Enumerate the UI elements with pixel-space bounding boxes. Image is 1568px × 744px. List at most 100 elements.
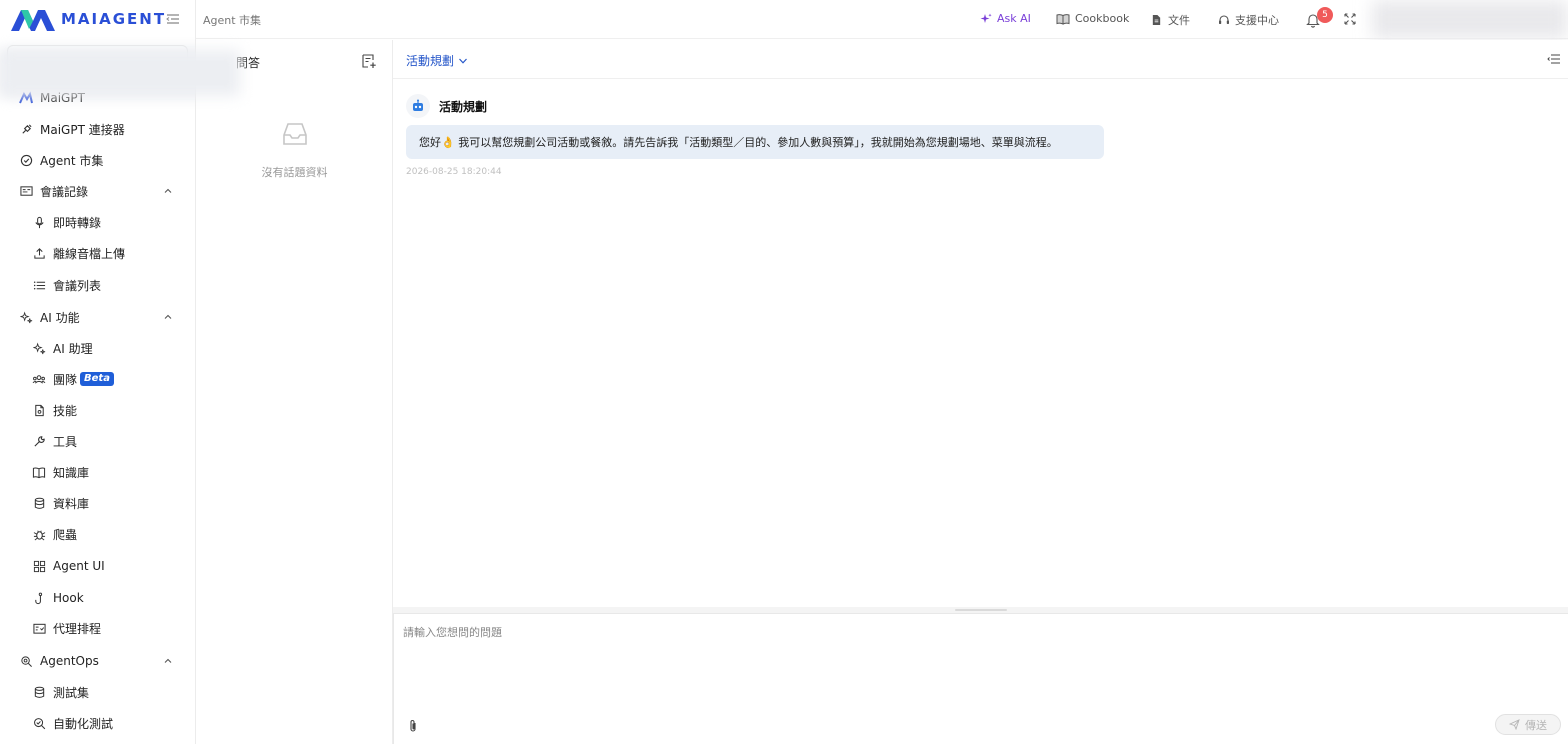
message-timestamp: 2026-08-25 18:20:44 xyxy=(406,167,502,177)
sparkle-icon xyxy=(19,310,33,324)
sidebar-item-tools[interactable]: 工具 xyxy=(0,428,195,454)
sidebar-group-meeting-records[interactable]: 會議記錄 xyxy=(0,178,195,204)
ask-ai-label: Ask AI xyxy=(997,12,1031,25)
sidebar-group-ai-features[interactable]: AI 功能 xyxy=(0,304,195,330)
bot-name: 活動規劃 xyxy=(439,99,488,114)
sidebar-item-label: Hook xyxy=(53,591,84,605)
sidebar-item-database[interactable]: 資料庫 xyxy=(0,490,195,516)
wrench-icon xyxy=(32,434,46,448)
support-link[interactable]: 支援中心 xyxy=(1218,12,1279,28)
inbox-empty-icon xyxy=(283,123,307,145)
meeting-icon xyxy=(19,184,33,198)
sidebar-item-automated-testing[interactable]: 自動化測試 xyxy=(0,710,195,736)
sidebar-item-agent-schedule[interactable]: 代理排程 xyxy=(0,615,195,641)
sidebar-item-label: AI 功能 xyxy=(40,310,80,325)
sidebar-item-label: 會議記錄 xyxy=(40,184,89,199)
sidebar-item-crawler[interactable]: 爬蟲 xyxy=(0,521,195,547)
sidebar-item-maigpt-connector[interactable]: MaiGPT 連接器 xyxy=(0,116,195,142)
topic-panel: 問答 沒有話題資料 xyxy=(0,40,393,744)
list-icon xyxy=(32,278,46,292)
file-icon xyxy=(32,403,46,417)
robot-icon xyxy=(413,99,423,111)
bot-message-header: 活動規劃 xyxy=(406,94,487,118)
sidebar-group-agentops[interactable]: AgentOps xyxy=(0,648,195,674)
sidebar-item-label: 代理排程 xyxy=(53,621,102,636)
paperclip-icon[interactable] xyxy=(407,719,419,733)
fullscreen-icon[interactable] xyxy=(1344,13,1356,25)
sidebar: MAIAGENT MaiGPT MaiGPT 連接器 Agent 市集 會議記錄… xyxy=(0,0,196,744)
redacted-area xyxy=(0,50,240,96)
check-circle-icon xyxy=(19,153,33,167)
search-check-icon xyxy=(32,716,46,730)
sidebar-item-offline-upload[interactable]: 離線音檔上傳 xyxy=(0,240,195,266)
chat-input[interactable] xyxy=(394,614,1567,709)
empty-state-text: 沒有話題資料 xyxy=(261,166,328,179)
ops-icon xyxy=(19,654,33,668)
sidebar-item-agent-market[interactable]: Agent 市集 xyxy=(0,147,195,173)
sidebar-item-knowledge-base[interactable]: 知識庫 xyxy=(0,459,195,485)
grid-icon xyxy=(32,559,46,573)
brand-logo-icon[interactable] xyxy=(9,7,57,33)
sidebar-item-label: 測試集 xyxy=(53,685,90,700)
logo-row: MAIAGENT xyxy=(0,0,195,40)
sidebar-item-agent-ui[interactable]: Agent UI xyxy=(0,553,195,579)
sidebar-item-label: 工具 xyxy=(53,434,78,449)
sidebar-item-label: 自動化測試 xyxy=(53,716,114,731)
bot-avatar xyxy=(406,94,430,118)
sidebar-item-test-set[interactable]: 測試集 xyxy=(0,679,195,705)
sidebar-item-label: Agent UI xyxy=(53,559,105,573)
sidebar-item-label: 即時轉錄 xyxy=(53,215,102,230)
toggle-panel-icon[interactable] xyxy=(1547,52,1561,66)
bot-message-text: 您好👌 我可以幫您規劃公司活動或餐敘。請先告訴我「活動類型／目的、參加人數與預算… xyxy=(419,136,1058,149)
sparkle-icon xyxy=(32,341,46,355)
collapse-sidebar-icon[interactable] xyxy=(166,12,180,26)
agent-selector-label: 活動規劃 xyxy=(406,54,455,68)
hook-icon xyxy=(32,591,46,605)
sidebar-item-label: 團隊 xyxy=(53,372,78,387)
database-icon xyxy=(32,496,46,510)
chevron-down-icon xyxy=(459,58,467,64)
send-icon xyxy=(1509,719,1520,730)
database-icon xyxy=(32,685,46,699)
sidebar-item-label: AI 助理 xyxy=(53,341,93,356)
send-button[interactable]: 傳送 xyxy=(1495,714,1561,735)
support-label: 支援中心 xyxy=(1235,14,1279,27)
sidebar-item-label: MaiGPT 連接器 xyxy=(40,122,125,137)
document-icon xyxy=(1151,14,1163,26)
sidebar-item-ai-assistant[interactable]: AI 助理 xyxy=(0,335,195,361)
chevron-up-icon xyxy=(164,314,172,319)
sidebar-item-label: 離線音檔上傳 xyxy=(53,246,126,261)
docs-link[interactable]: 文件 xyxy=(1151,12,1190,28)
brand-name: MAIAGENT xyxy=(61,10,167,28)
agent-selector[interactable]: 活動規劃 xyxy=(406,52,468,69)
sparkle-icon xyxy=(980,13,992,25)
bot-message-bubble: 您好👌 我可以幫您規劃公司活動或餐敘。請先告訴我「活動類型／目的、參加人數與預算… xyxy=(406,125,1104,159)
sidebar-item-meeting-list[interactable]: 會議列表 xyxy=(0,272,195,298)
sidebar-item-label: 知識庫 xyxy=(53,465,90,480)
sidebar-item-label: Agent 市集 xyxy=(40,153,104,168)
chat-area: 活動規劃 活動規劃 您好👌 我可以幫您規劃公司活動或餐敘。請先告訴我「活動類型／… xyxy=(393,40,1568,744)
sidebar-item-team[interactable]: 團隊 Beta xyxy=(0,366,195,392)
mic-icon xyxy=(32,215,46,229)
ask-ai-link[interactable]: Ask AI xyxy=(980,12,1031,25)
schedule-icon xyxy=(32,621,46,635)
breadcrumb[interactable]: Agent 市集 xyxy=(203,12,261,28)
cookbook-label: Cookbook xyxy=(1075,12,1130,25)
sidebar-item-live-transcription[interactable]: 即時轉錄 xyxy=(0,209,195,235)
user-menu[interactable] xyxy=(1372,0,1568,39)
team-icon xyxy=(32,372,46,386)
headset-icon xyxy=(1218,14,1230,26)
new-topic-icon[interactable] xyxy=(361,53,377,69)
beta-badge: Beta xyxy=(80,372,114,386)
docs-label: 文件 xyxy=(1168,14,1190,27)
sidebar-item-skills[interactable]: 技能 xyxy=(0,397,195,423)
chat-input-area: 傳送 xyxy=(393,613,1568,744)
resize-grip xyxy=(955,609,1007,611)
plug-icon xyxy=(19,122,33,136)
cookbook-link[interactable]: Cookbook xyxy=(1056,12,1129,25)
upload-icon xyxy=(32,246,46,260)
book-open-icon xyxy=(1056,13,1070,25)
chevron-up-icon xyxy=(164,188,172,193)
sidebar-item-hook[interactable]: Hook xyxy=(0,585,195,611)
chevron-up-icon xyxy=(164,658,172,663)
